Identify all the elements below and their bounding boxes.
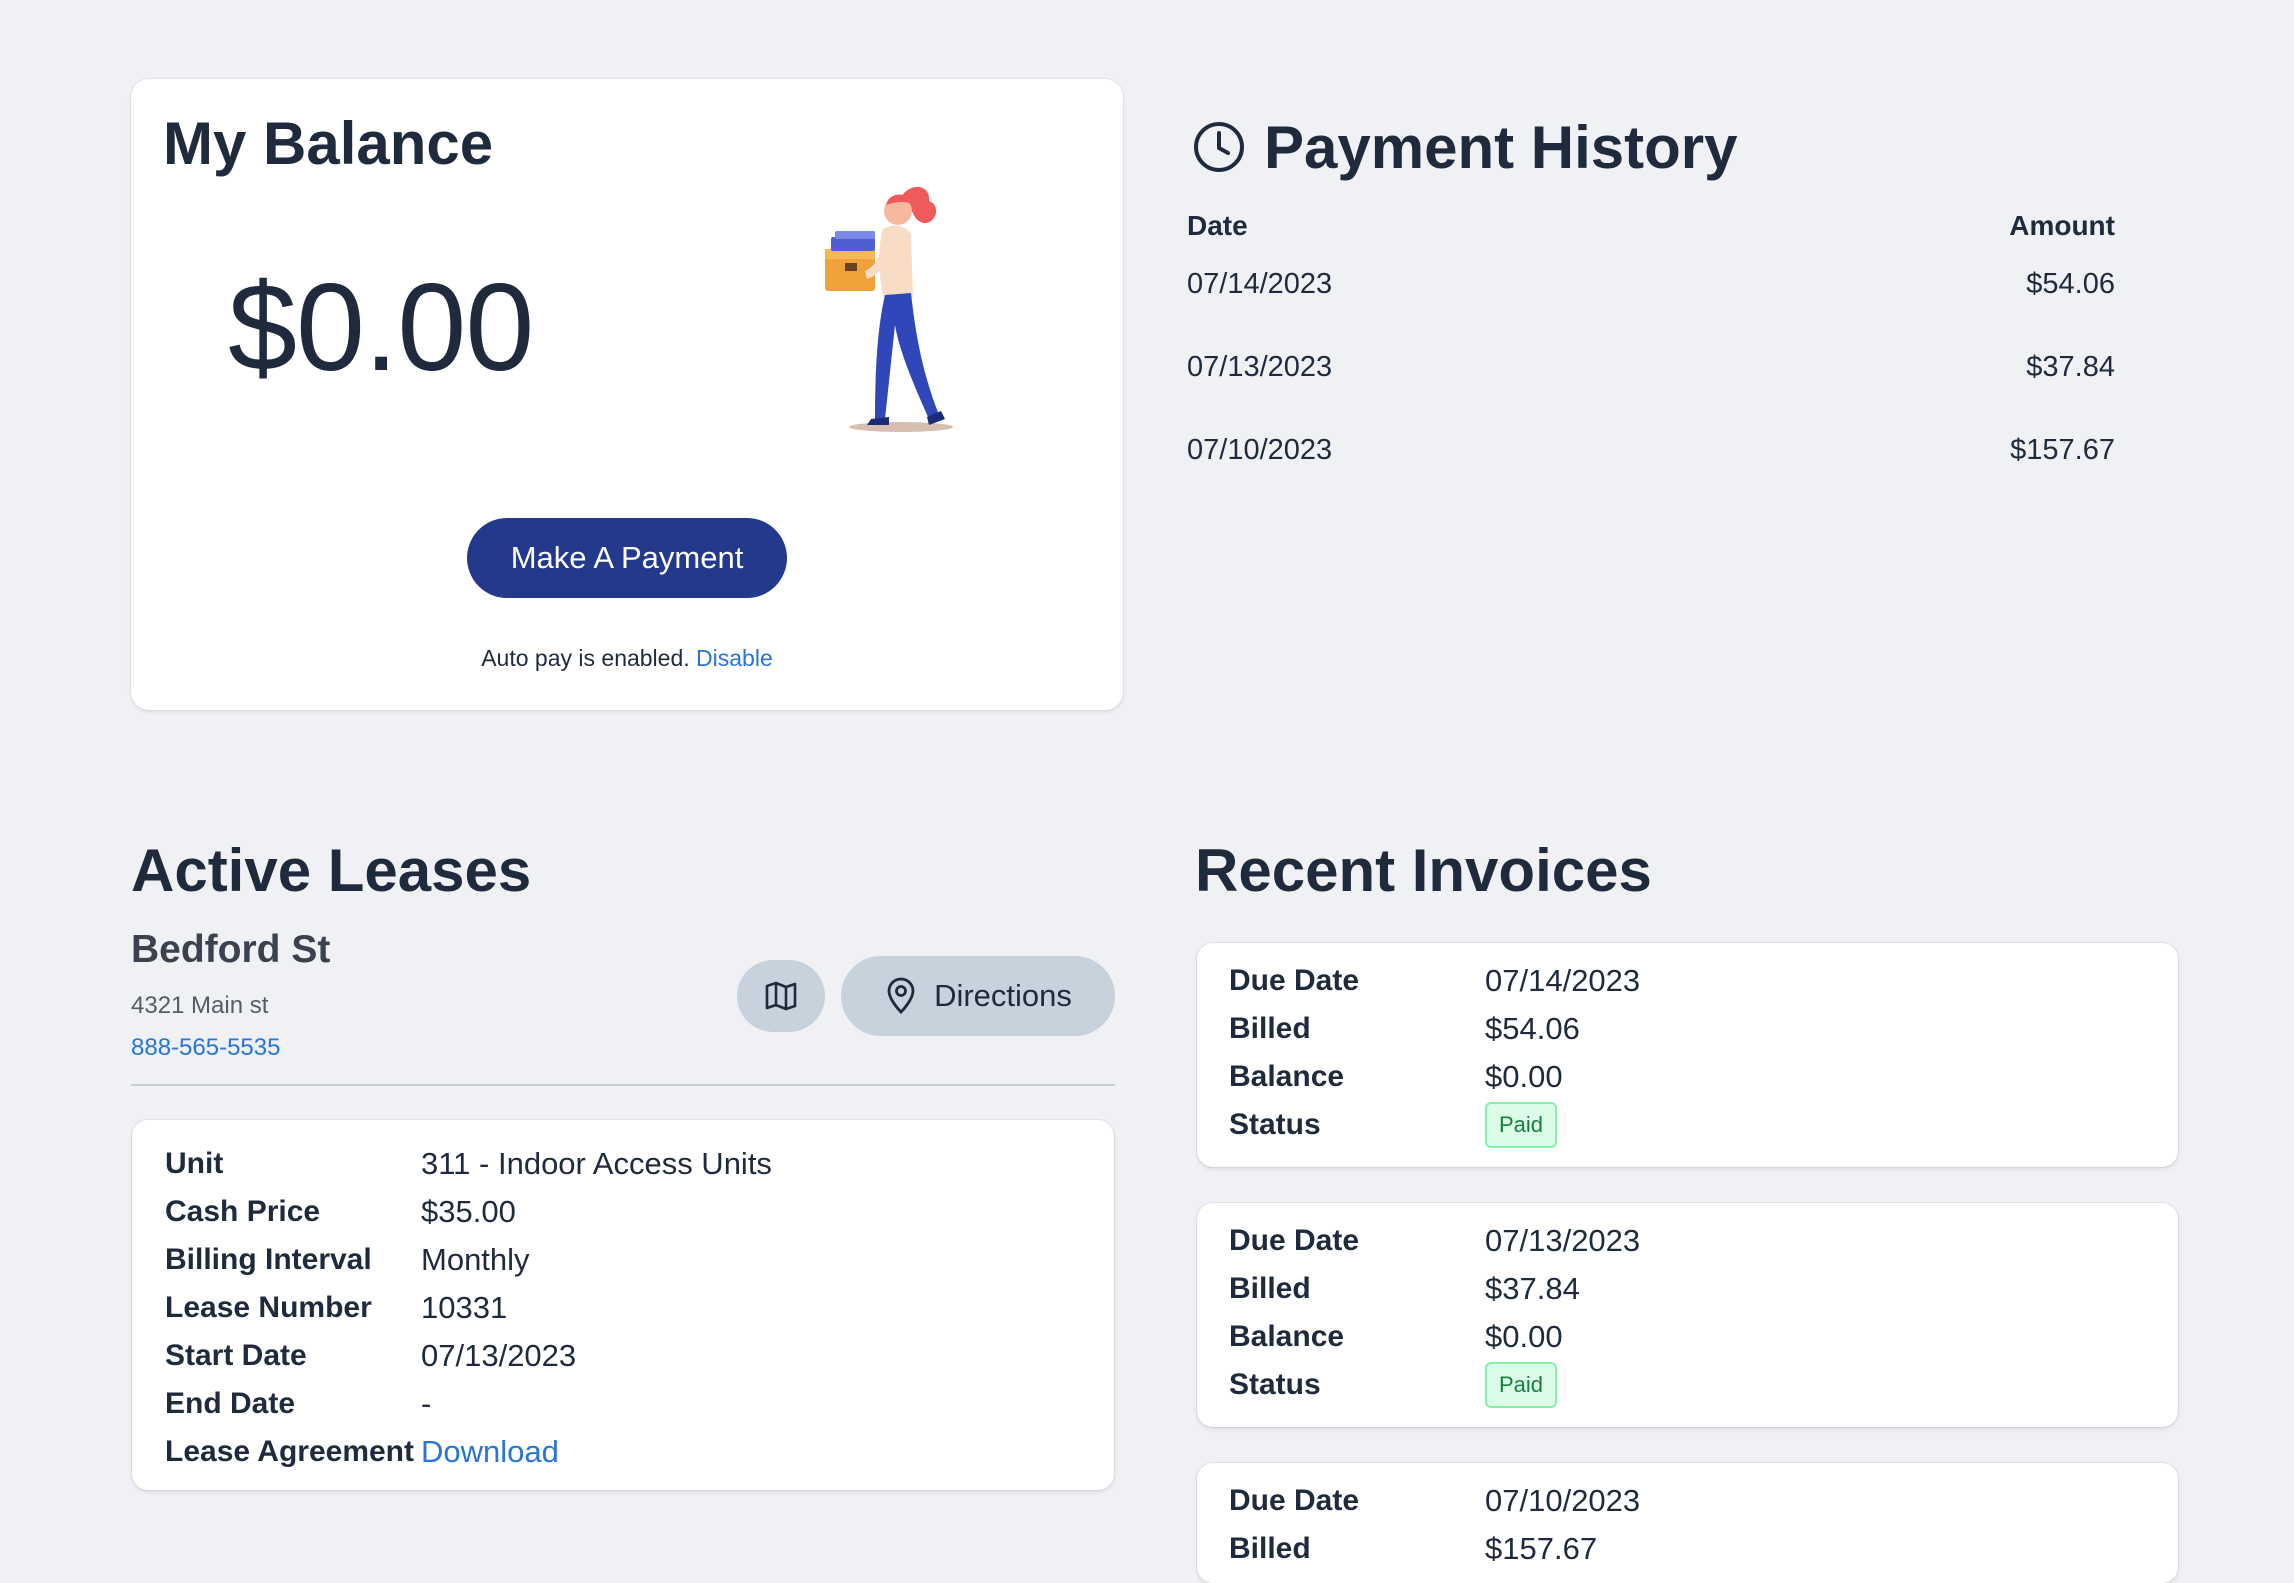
lease-detail-row: Start Date 07/13/2023 (165, 1332, 772, 1380)
invoice-row-status: Status Paid (1229, 1361, 1640, 1409)
invoice-label: Status (1229, 1108, 1321, 1141)
invoice-billed: $54.06 (1485, 1011, 1580, 1046)
map-button[interactable] (737, 960, 825, 1032)
active-leases-title: Active Leases (131, 837, 532, 904)
invoice-balance: $0.00 (1485, 1059, 1563, 1094)
payment-amount: $157.67 (2010, 434, 2115, 466)
invoice-row-due-date: Due Date 07/10/2023 (1229, 1477, 1640, 1525)
column-header-date: Date (1187, 210, 1248, 241)
payment-history-title: Payment History (1264, 113, 1738, 181)
invoice-label: Balance (1229, 1060, 1345, 1093)
payment-history-header: Payment History (1192, 112, 1738, 182)
lease-detail-row: End Date - (165, 1380, 772, 1428)
invoice-row-status: Status Paid (1229, 1101, 1640, 1149)
invoice-label: Status (1229, 1368, 1321, 1401)
payment-date: 07/14/2023 (1187, 268, 1333, 300)
recent-invoices-title: Recent Invoices (1195, 837, 1652, 904)
invoice-label: Billed (1229, 1532, 1311, 1565)
lease-details-card: Unit 311 - Indoor Access Units Cash Pric… (132, 1120, 1114, 1490)
table-header-row: Date Amount (1187, 210, 2115, 268)
make-payment-button[interactable]: Make A Payment (467, 518, 787, 598)
download-lease-agreement-link[interactable]: Download (421, 1434, 559, 1470)
status-badge: Paid (1485, 1362, 1558, 1408)
lease-detail-value: 311 - Indoor Access Units (421, 1146, 772, 1181)
column-header-amount: Amount (2009, 210, 2115, 241)
woman-carrying-boxes-illustration (825, 186, 953, 432)
payment-amount: $54.06 (2026, 268, 2115, 300)
lease-detail-value: 07/13/2023 (421, 1338, 577, 1373)
invoice-row-balance: Balance $0.00 (1229, 1053, 1640, 1101)
invoice-row-balance: Balance $0.00 (1229, 1313, 1640, 1361)
invoice-billed: $37.84 (1485, 1271, 1580, 1306)
lease-detail-row: Unit 311 - Indoor Access Units (165, 1140, 772, 1188)
lease-detail-row: Billing Interval Monthly (165, 1236, 772, 1284)
status-badge: Paid (1485, 1102, 1558, 1148)
lease-detail-row: Lease Number 10331 (165, 1284, 772, 1332)
lease-detail-label: Cash Price (165, 1195, 321, 1228)
table-row: 07/10/2023 $157.67 (1187, 434, 2115, 517)
property-phone-link[interactable]: 888-565-5535 (131, 1034, 280, 1062)
invoice-label: Due Date (1229, 1224, 1360, 1257)
map-icon (765, 981, 797, 1011)
balance-title: My Balance (163, 110, 494, 177)
invoice-label: Billed (1229, 1012, 1311, 1045)
table-row: 07/14/2023 $54.06 (1187, 268, 2115, 351)
invoice-due-date: 07/10/2023 (1485, 1483, 1641, 1518)
directions-button[interactable]: Directions (841, 956, 1115, 1036)
lease-detail-value: 10331 (421, 1290, 508, 1325)
invoice-row-billed: Billed $37.84 (1229, 1265, 1640, 1313)
lease-detail-value: Monthly (421, 1242, 530, 1277)
invoice-label: Due Date (1229, 964, 1360, 997)
lease-detail-label: Start Date (165, 1339, 307, 1372)
invoice-row-due-date: Due Date 07/14/2023 (1229, 957, 1640, 1005)
autopay-status-text: Auto pay is enabled. (481, 645, 690, 671)
invoice-card: Due Date 07/13/2023 Billed $37.84 Balanc… (1197, 1203, 2178, 1427)
payment-amount: $37.84 (2026, 351, 2115, 383)
invoice-billed: $157.67 (1485, 1531, 1598, 1566)
invoice-label: Due Date (1229, 1484, 1360, 1517)
property-name: Bedford St (131, 928, 331, 971)
property-address: 4321 Main st (131, 992, 269, 1019)
lease-detail-value: $35.00 (421, 1194, 516, 1229)
directions-label: Directions (934, 978, 1072, 1013)
lease-detail-label: Lease Agreement (165, 1435, 414, 1468)
balance-amount: $0.00 (228, 259, 534, 397)
invoice-label: Balance (1229, 1320, 1345, 1353)
invoice-row-billed: Billed $157.67 (1229, 1525, 1640, 1573)
payment-date: 07/10/2023 (1187, 434, 1333, 466)
invoice-label: Billed (1229, 1272, 1311, 1305)
disable-autopay-link[interactable]: Disable (696, 645, 773, 671)
invoice-balance: $0.00 (1485, 1319, 1563, 1354)
invoice-due-date: 07/13/2023 (1485, 1223, 1641, 1258)
invoice-card: Due Date 07/14/2023 Billed $54.06 Balanc… (1197, 943, 2178, 1167)
invoice-due-date: 07/14/2023 (1485, 963, 1641, 998)
table-row: 07/13/2023 $37.84 (1187, 351, 2115, 434)
balance-card: My Balance $0.00 Make A Payment Auto pay… (131, 79, 1123, 710)
invoice-row-due-date: Due Date 07/13/2023 (1229, 1217, 1640, 1265)
invoice-card: Due Date 07/10/2023 Billed $157.67 (1197, 1463, 2178, 1583)
lease-detail-label: Unit (165, 1147, 224, 1180)
lease-detail-label: End Date (165, 1387, 296, 1420)
divider (131, 1084, 1115, 1086)
payment-date: 07/13/2023 (1187, 351, 1333, 383)
invoice-row-billed: Billed $54.06 (1229, 1005, 1640, 1053)
lease-detail-row: Lease Agreement Download (165, 1428, 772, 1476)
autopay-notice: Auto pay is enabled. Disable (131, 645, 1123, 672)
lease-detail-label: Lease Number (165, 1291, 372, 1324)
lease-detail-label: Billing Interval (165, 1243, 372, 1276)
map-pin-icon (887, 977, 915, 1014)
lease-detail-row: Cash Price $35.00 (165, 1188, 772, 1236)
payment-history-table: Date Amount 07/14/2023 $54.06 07/13/2023… (1187, 210, 2115, 517)
lease-detail-value: - (421, 1386, 432, 1421)
clock-icon (1194, 122, 1244, 172)
